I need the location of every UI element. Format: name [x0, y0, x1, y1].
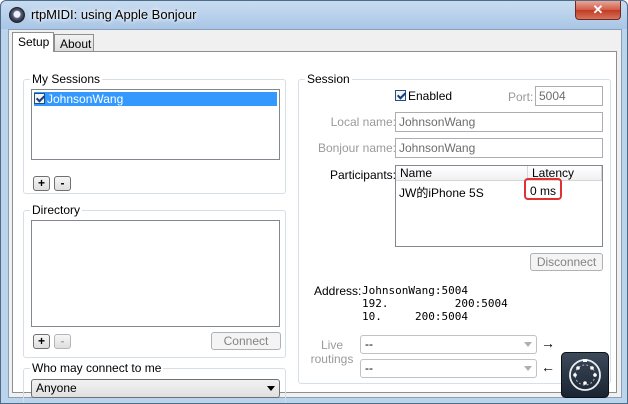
session-group: Session Enabled Port: 5004 Local name: J…: [298, 72, 611, 384]
session-name: JohnsonWang: [47, 92, 124, 106]
bonjour-name-field[interactable]: JohnsonWang: [395, 138, 603, 158]
port-field[interactable]: 5004: [535, 86, 603, 106]
arrow-right-icon: →: [541, 335, 555, 351]
routing-out-value: --: [365, 361, 373, 375]
window-title: rtpMIDI: using Apple Bonjour: [31, 7, 197, 22]
add-session-button[interactable]: +: [33, 176, 50, 191]
tab-about[interactable]: About: [54, 34, 94, 52]
client-area: Setup About My Sessions JohnsonWang + - …: [8, 29, 622, 403]
latency-highlight: [524, 178, 562, 200]
who-may-connect-select[interactable]: Anyone: [31, 379, 280, 398]
participant-name[interactable]: JW的iPhone 5S: [399, 184, 484, 201]
remove-session-button[interactable]: -: [54, 176, 71, 191]
participants-label: Participants:: [329, 168, 396, 182]
routing-out-select[interactable]: --: [360, 359, 537, 378]
add-directory-button[interactable]: +: [33, 334, 50, 349]
arrow-left-icon: ←: [541, 359, 555, 375]
enabled-checkbox[interactable]: [395, 90, 406, 101]
who-may-connect-group: Who may connect to me Anyone: [23, 361, 286, 403]
enabled-checkbox-row[interactable]: Enabled: [395, 89, 452, 103]
participants-name-header[interactable]: Name: [396, 166, 528, 181]
tab-setup[interactable]: Setup: [12, 32, 54, 52]
directory-legend: Directory: [30, 203, 83, 217]
chevron-down-icon: [524, 366, 532, 371]
session-legend: Session: [305, 72, 352, 86]
port-label: Port:: [508, 90, 534, 104]
address-line-3: 10. 200:5004: [362, 310, 468, 323]
remove-directory-button[interactable]: -: [54, 334, 71, 349]
address-line-1: JohnsonWang:5004: [362, 284, 468, 297]
close-button[interactable]: ✕: [575, 1, 621, 20]
who-may-connect-legend: Who may connect to me: [30, 361, 164, 375]
my-sessions-legend: My Sessions: [30, 72, 103, 86]
session-enabled-checkbox[interactable]: [34, 93, 45, 104]
app-window: rtpMIDI: using Apple Bonjour ✕ Setup Abo…: [0, 0, 628, 404]
midi-port-icon[interactable]: [561, 352, 609, 398]
local-name-label: Local name:: [330, 115, 396, 129]
title-bar: rtpMIDI: using Apple Bonjour ✕: [1, 1, 627, 29]
routing-in-select[interactable]: --: [360, 335, 537, 354]
chevron-down-icon: [524, 342, 532, 347]
list-item[interactable]: JohnsonWang: [34, 92, 277, 106]
live-routings-label: Live routings: [310, 338, 354, 366]
directory-list[interactable]: [31, 220, 280, 327]
chevron-down-icon: [267, 386, 275, 391]
enabled-label: Enabled: [408, 89, 453, 103]
routing-in-value: --: [365, 337, 373, 351]
local-name-field[interactable]: JohnsonWang: [395, 112, 603, 132]
my-sessions-group: My Sessions JohnsonWang + -: [23, 72, 286, 194]
midi-connector-icon: [569, 359, 601, 391]
sessions-list[interactable]: JohnsonWang: [31, 89, 280, 160]
rtpmidi-app-icon: [9, 7, 25, 23]
participants-list[interactable]: Name Latency JW的iPhone 5S 0 ms: [395, 165, 603, 247]
connect-button[interactable]: Connect: [211, 332, 281, 350]
directory-group: Directory + - Connect: [23, 203, 286, 358]
bonjour-name-label: Bonjour name:: [317, 141, 396, 155]
disconnect-button[interactable]: Disconnect: [530, 253, 603, 271]
address-label: Address:: [314, 284, 362, 298]
who-may-connect-value: Anyone: [36, 381, 77, 395]
setup-panel: My Sessions JohnsonWang + - Directory + …: [12, 51, 617, 403]
address-line-2: 192. 200:5004: [362, 297, 508, 310]
